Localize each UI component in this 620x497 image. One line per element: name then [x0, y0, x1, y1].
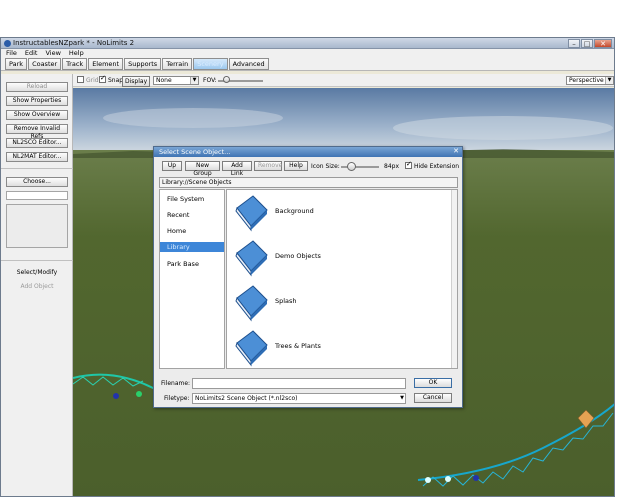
app-icon — [4, 40, 11, 47]
mode-tabs: Park Coaster Track Element Supports Terr… — [1, 58, 614, 71]
menu-view[interactable]: View — [45, 49, 60, 58]
icon-size-label: Icon Size: — [311, 163, 340, 170]
none-select[interactable]: None ▼ — [153, 76, 199, 85]
file-list: Background Demo Objects Splash Trees & P… — [226, 189, 458, 369]
fov-label: FOV: — [203, 77, 217, 84]
add-object-label[interactable]: Add Object — [1, 283, 73, 290]
file-item-trees-plants[interactable]: Trees & Plants — [231, 327, 431, 367]
folder-book-icon — [235, 330, 268, 367]
snap-checkbox[interactable] — [99, 74, 106, 83]
place-park-base[interactable]: Park Base — [160, 259, 224, 269]
menu-help[interactable]: Help — [69, 49, 84, 58]
snap-toggle[interactable]: Snap — [99, 74, 124, 85]
fov-slider-knob[interactable] — [223, 76, 230, 83]
tab-scenery[interactable]: Scenery — [193, 58, 228, 70]
folder-book-icon — [235, 195, 268, 232]
window-title: InstructablesNZpark * - NoLimits 2 — [13, 39, 135, 47]
hide-extension-toggle[interactable]: Hide Extension — [405, 160, 460, 171]
add-link-button[interactable]: Add Link — [222, 161, 252, 177]
remove-button[interactable]: Remove — [254, 161, 282, 171]
dialog-title-bar: Select Scene Object... ✕ — [154, 147, 462, 157]
nl2mat-editor-button[interactable]: NL2MAT Editor... — [6, 152, 68, 162]
view-toolbar: Grid Snap Display None ▼ FOV: Perspective… — [73, 74, 614, 87]
path-breadcrumb: Library://Scene Objects — [159, 177, 458, 188]
filetype-label: Filetype: — [164, 395, 190, 402]
file-list-scrollbar[interactable] — [451, 190, 457, 368]
grid-checkbox[interactable] — [77, 76, 84, 83]
view-mode-select[interactable]: Perspective ▼ — [566, 76, 614, 85]
cancel-button[interactable]: Cancel — [414, 393, 452, 403]
minimize-icon[interactable]: – — [568, 39, 580, 48]
select-scene-object-dialog: Select Scene Object... ✕ Up New Group Ad… — [153, 146, 463, 408]
tab-element[interactable]: Element — [88, 58, 124, 70]
menu-bar: File Edit View Help — [1, 49, 614, 58]
chevron-down-icon: ▼ — [605, 77, 613, 84]
file-name: Demo Objects — [275, 252, 321, 260]
tab-track[interactable]: Track — [62, 58, 88, 70]
divider — [1, 168, 73, 169]
nl2sco-editor-button[interactable]: NL2SCO Editor... — [6, 138, 68, 148]
new-group-button[interactable]: New Group — [185, 161, 220, 177]
file-item-background[interactable]: Background — [231, 192, 431, 232]
tab-advanced[interactable]: Advanced — [228, 58, 269, 70]
show-properties-button[interactable]: Show Properties — [6, 96, 68, 106]
places-list: File System Recent Home Library Park Bas… — [159, 189, 225, 369]
menu-edit[interactable]: Edit — [25, 49, 38, 58]
place-library[interactable]: Library — [160, 242, 224, 252]
tab-supports[interactable]: Supports — [124, 58, 162, 70]
icon-size-slider-knob[interactable] — [347, 162, 356, 171]
filetype-select[interactable]: NoLimits2 Scene Object (*.nl2sco) ▼ — [192, 393, 406, 404]
tab-terrain[interactable]: Terrain — [162, 58, 193, 70]
remove-invalid-refs-button[interactable]: Remove Invalid Refs — [6, 124, 68, 140]
grid-toggle[interactable]: Grid — [77, 76, 99, 85]
folder-book-icon — [235, 240, 268, 277]
none-select-value: None — [156, 77, 172, 84]
place-recent[interactable]: Recent — [160, 210, 224, 220]
help-button[interactable]: Help — [284, 161, 308, 171]
file-name: Trees & Plants — [275, 342, 321, 350]
choose-button[interactable]: Choose... — [6, 177, 68, 187]
title-bar: InstructablesNZpark * - NoLimits 2 – □ ✕ — [1, 38, 614, 49]
snap-label: Snap — [108, 77, 124, 84]
close-icon[interactable]: ✕ — [594, 39, 612, 48]
hide-extension-label: Hide Extension — [414, 163, 460, 170]
ok-button[interactable]: OK — [414, 378, 452, 388]
tab-coaster[interactable]: Coaster — [28, 58, 62, 70]
chevron-down-icon: ▼ — [400, 395, 404, 401]
up-button[interactable]: Up — [162, 161, 182, 171]
hide-extension-checkbox[interactable] — [405, 160, 412, 169]
folder-book-icon — [235, 285, 268, 322]
object-field[interactable] — [6, 191, 68, 200]
icon-size-value: 84px — [384, 163, 399, 170]
scenery-panel: Reload Show Properties Show Overview Rem… — [1, 74, 73, 496]
place-file-system[interactable]: File System — [160, 194, 224, 204]
menu-file[interactable]: File — [6, 49, 17, 58]
dialog-close-icon[interactable]: ✕ — [451, 147, 461, 156]
filename-input[interactable] — [192, 378, 406, 389]
maximize-icon[interactable]: □ — [581, 39, 593, 48]
preview-box — [6, 204, 68, 248]
place-home[interactable]: Home — [160, 226, 224, 236]
file-item-demo-objects[interactable]: Demo Objects — [231, 237, 431, 277]
filename-label: Filename: — [161, 380, 191, 387]
view-mode-value: Perspective — [569, 77, 604, 84]
filetype-value: NoLimits2 Scene Object (*.nl2sco) — [195, 395, 298, 402]
grid-label: Grid — [86, 77, 99, 84]
divider — [1, 260, 73, 261]
display-button[interactable]: Display — [122, 76, 151, 87]
file-name: Background — [275, 207, 314, 215]
chevron-down-icon: ▼ — [190, 77, 198, 84]
tab-park[interactable]: Park — [5, 58, 28, 70]
reload-button[interactable]: Reload — [6, 82, 68, 92]
show-overview-button[interactable]: Show Overview — [6, 110, 68, 120]
select-modify-label[interactable]: Select/Modify — [1, 269, 73, 276]
file-name: Splash — [275, 297, 297, 305]
file-item-splash[interactable]: Splash — [231, 282, 431, 322]
dialog-title: Select Scene Object... — [159, 148, 231, 156]
